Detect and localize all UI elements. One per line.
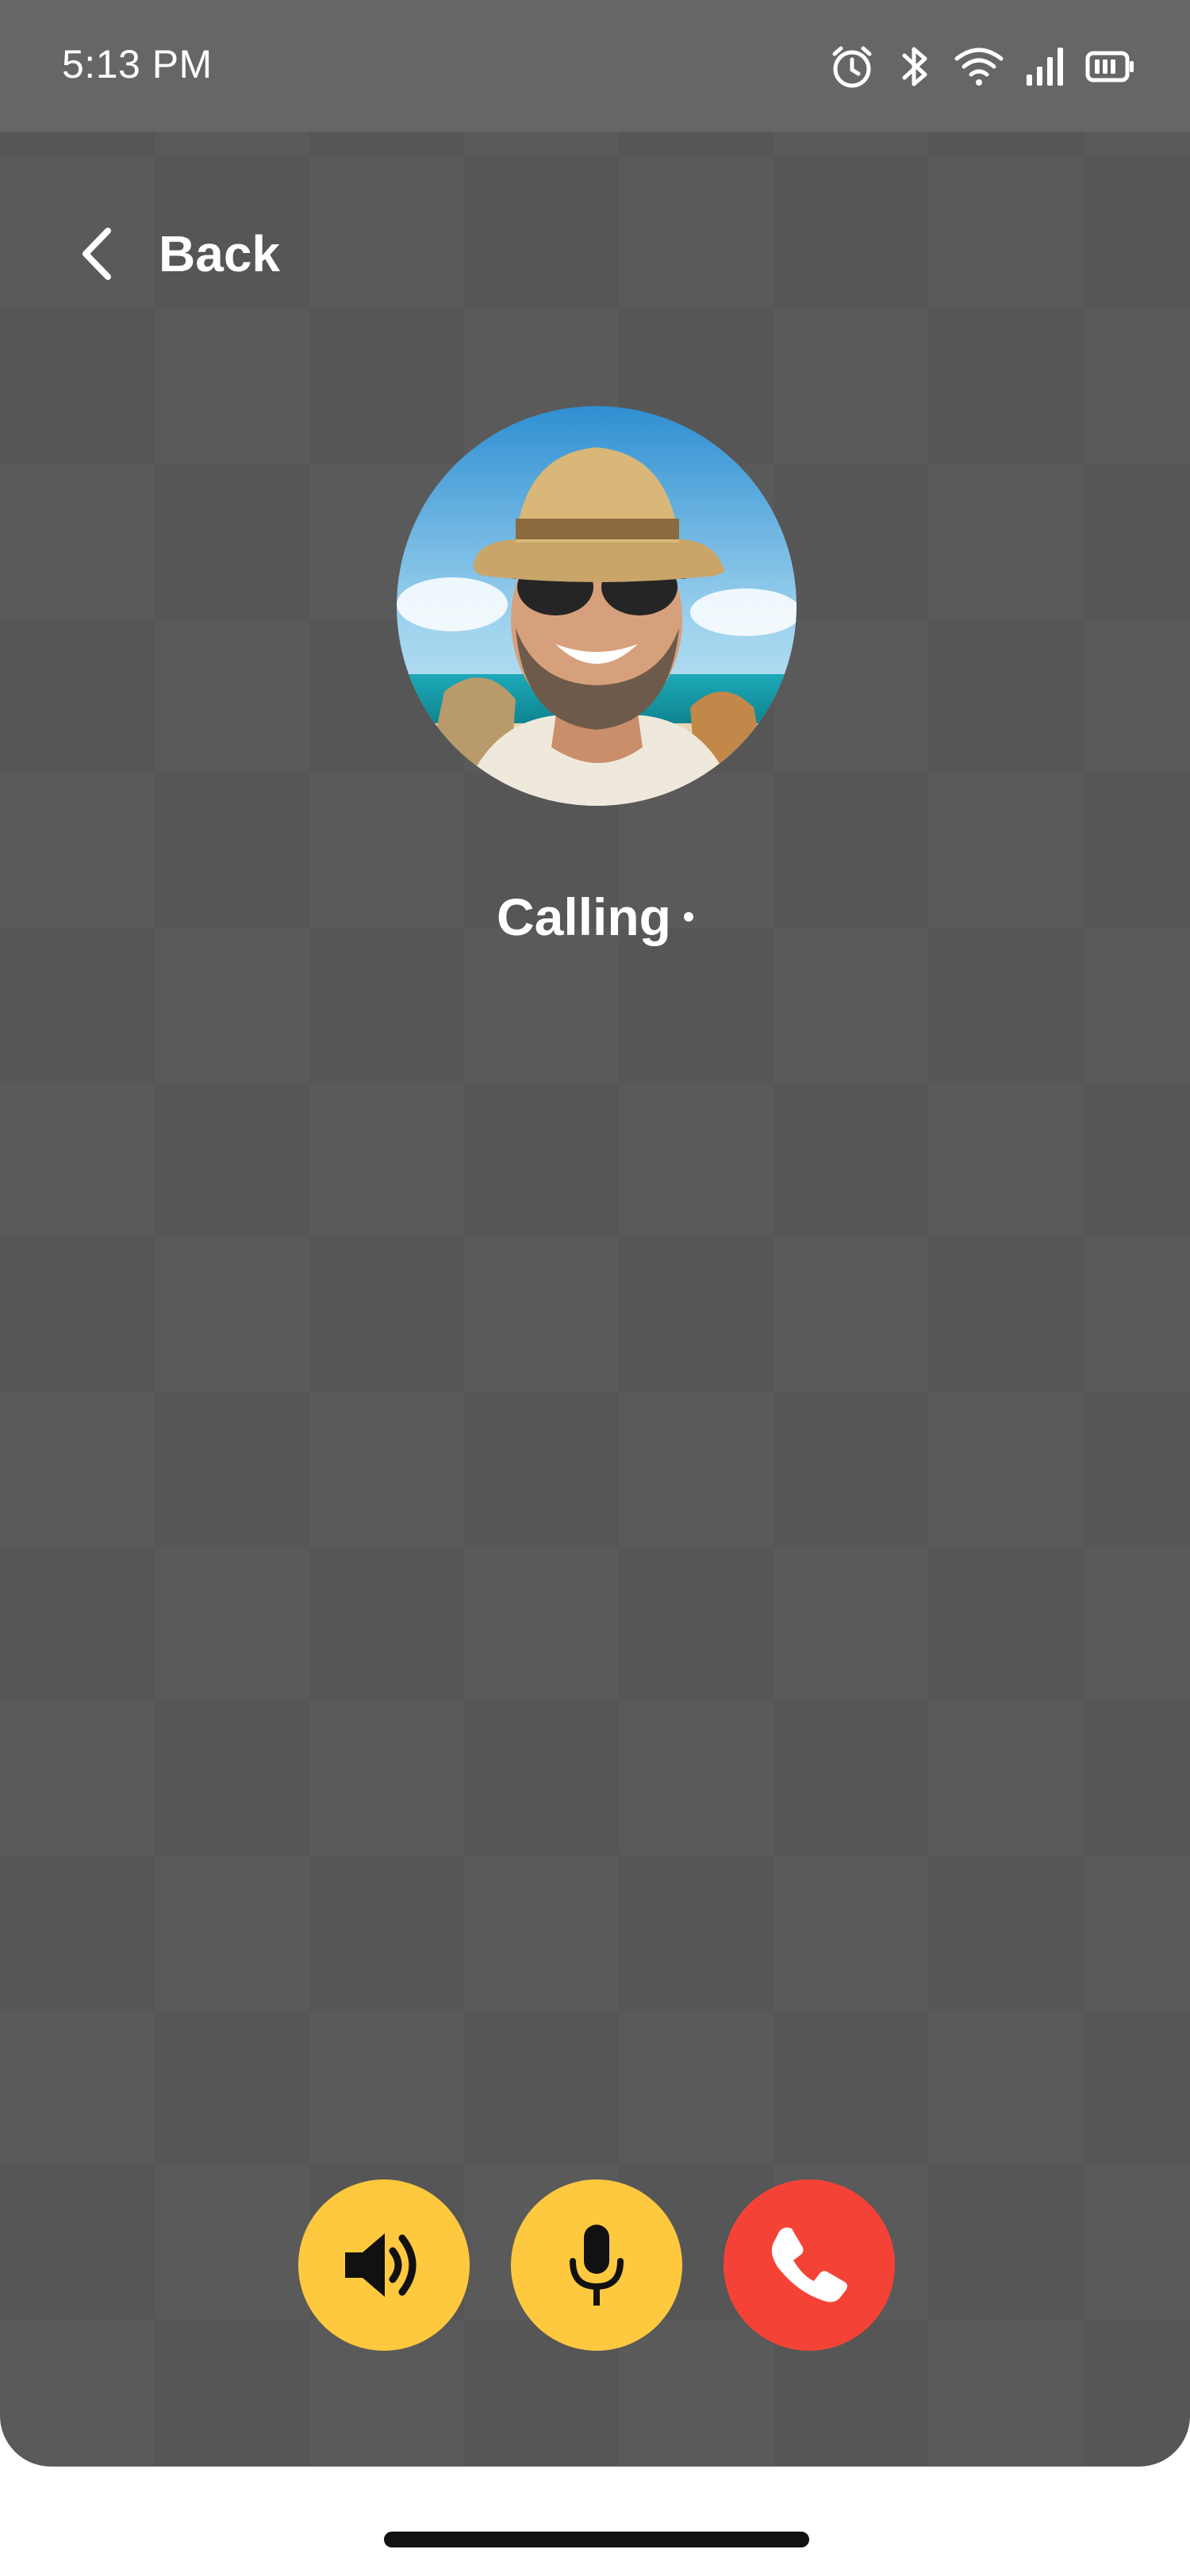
call-controls <box>0 2179 1190 2351</box>
status-time: 5:13 PM <box>62 42 213 86</box>
microphone-button[interactable] <box>511 2179 682 2351</box>
status-bar: 5:13 PM <box>0 0 1190 132</box>
microphone-icon <box>565 2221 628 2309</box>
caller-avatar <box>397 406 797 806</box>
status-icons <box>827 41 1134 92</box>
phone-icon <box>768 2224 850 2306</box>
call-screen: 5:13 PM Back Calling <box>0 0 1190 2467</box>
chevron-left-icon <box>79 226 114 282</box>
signal-icon <box>1025 46 1065 87</box>
end-call-button[interactable] <box>724 2179 895 2351</box>
call-status: Calling <box>0 887 1190 947</box>
call-status-text: Calling <box>496 887 671 946</box>
back-button[interactable]: Back <box>79 214 280 293</box>
bluetooth-icon <box>898 41 933 92</box>
speaker-button[interactable] <box>298 2179 470 2351</box>
alarm-icon <box>827 41 877 92</box>
battery-icon <box>1085 51 1134 82</box>
call-status-dot <box>684 911 693 922</box>
back-label: Back <box>159 225 280 282</box>
home-indicator[interactable] <box>384 2532 809 2547</box>
speaker-icon <box>340 2227 428 2303</box>
wifi-icon <box>954 44 1004 89</box>
